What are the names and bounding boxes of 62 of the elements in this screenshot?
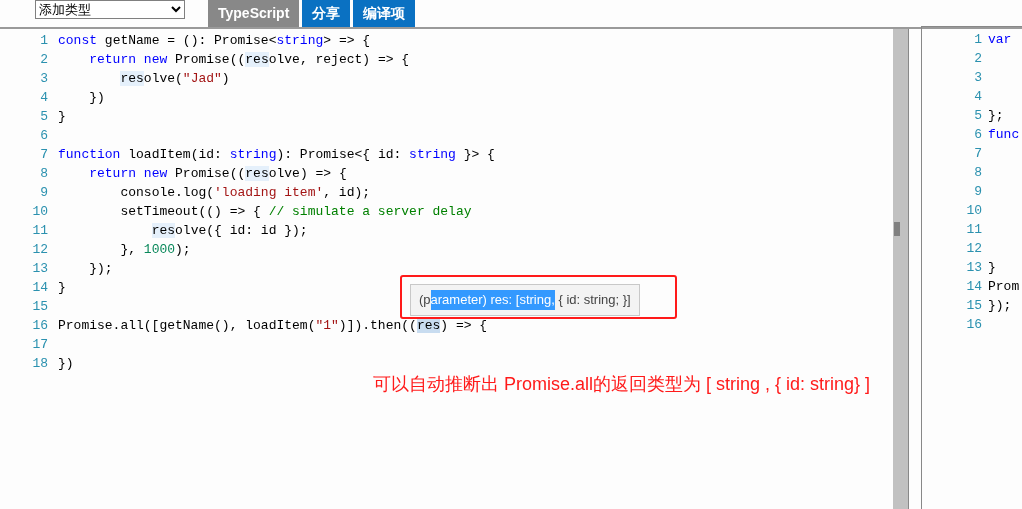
line-number: 16 (965, 316, 983, 334)
line-number: 16 (31, 317, 49, 335)
code-line: setTimeout(() => { // simulate a server delay (119, 203, 472, 221)
line-number: 1 (973, 31, 983, 49)
code-line: } (58, 108, 66, 126)
line-number: 6 (973, 126, 983, 144)
code-line: }) (88, 89, 105, 107)
code-line: }; (988, 107, 1004, 125)
tab[interactable]: 分享 (302, 0, 351, 27)
line-number: 4 (39, 89, 49, 107)
line-number: 17 (31, 336, 49, 354)
line-number: 14 (31, 279, 49, 297)
annotation-text: 可以自动推断出 Promise.all的返回类型为 [ string , { id: string} ] (373, 373, 871, 396)
code-line: }); (88, 260, 113, 278)
line-number: 7 (39, 146, 49, 164)
line-number: 18 (31, 355, 49, 373)
code-line: return new Promise((resolve, reject) => { (88, 51, 410, 69)
line-number: 15 (31, 298, 49, 316)
code-line: }, 1000); (119, 241, 191, 259)
line-number: 2 (39, 51, 49, 69)
line-number: 8 (39, 165, 49, 183)
line-number: 2 (973, 50, 983, 68)
line-number: 9 (973, 183, 983, 201)
code-line: function loadItem(id: string): Promise<{ id: string }> { (58, 146, 495, 164)
line-number: 5 (39, 108, 49, 126)
code-line: }) (58, 355, 74, 373)
code-line: var (988, 31, 1012, 49)
line-number: 4 (973, 88, 983, 106)
line-number: 5 (973, 107, 983, 125)
code-line: resolve("Jad") (119, 70, 230, 88)
line-number: 10 (31, 203, 49, 221)
line-number: 12 (31, 241, 49, 259)
code-line: Prom (988, 278, 1020, 296)
line-number: 11 (965, 221, 983, 239)
line-number: 8 (973, 164, 983, 182)
line-number: 13 (31, 260, 49, 278)
code-line: console.log('loading item', id); (119, 184, 371, 202)
line-number: 11 (31, 222, 49, 240)
line-number: 7 (973, 145, 983, 163)
line-number: 3 (973, 69, 983, 87)
line-number: 15 (965, 297, 983, 315)
code-line: }); (988, 297, 1012, 315)
code-line: return new Promise((resolve) => { (88, 165, 347, 183)
tab[interactable]: 编译项 (353, 0, 416, 27)
tab[interactable]: TypeScript (208, 0, 300, 27)
line-number: 3 (39, 70, 49, 88)
line-number: 1 (39, 32, 49, 50)
code-line: const getName = (): Promise<string> => { (58, 32, 371, 50)
code-line: Promise.all([getName(), loadItem("1")]).then((res) => { (58, 317, 488, 335)
line-number: 6 (39, 127, 49, 145)
type-tooltip: (parameter) res: [string, { id: string; }] (410, 284, 640, 316)
code-line: func (988, 126, 1020, 144)
line-number: 9 (39, 184, 49, 202)
line-number: 14 (965, 278, 983, 296)
type-select[interactable]: 添加类型 (35, 0, 185, 19)
code-line: } (58, 279, 66, 297)
line-number: 12 (965, 240, 983, 258)
line-number: 10 (965, 202, 983, 220)
chevron-down-icon (171, 6, 181, 13)
line-number: 13 (965, 259, 983, 277)
code-line: resolve({ id: id }); (150, 222, 308, 240)
code-line: } (988, 259, 996, 277)
